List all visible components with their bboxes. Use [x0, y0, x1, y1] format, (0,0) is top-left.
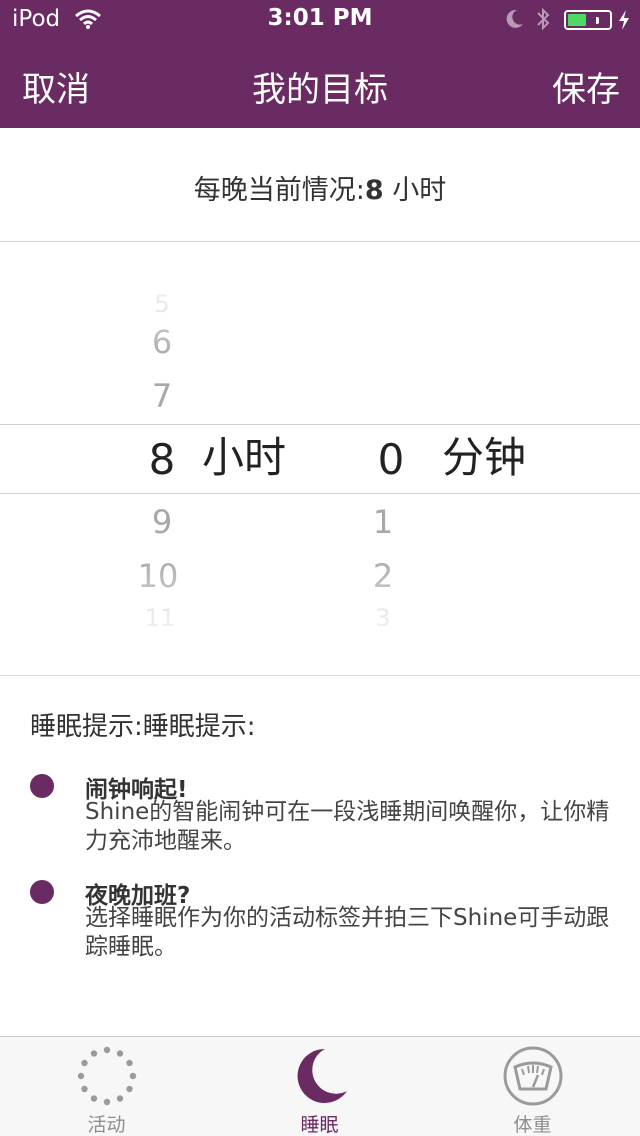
hours-selected[interactable]: 8 [122, 436, 202, 484]
current-situation-text: 每晚当前情况:8 小时 [0, 168, 640, 207]
tab-activity[interactable]: 活动 [0, 1037, 213, 1136]
battery-level [568, 14, 586, 26]
hours-option[interactable]: 7 [122, 378, 202, 414]
nav-bar: 取消 我的目标 保存 [0, 40, 640, 128]
current-prefix: 每晚当前情况: [193, 175, 365, 206]
hours-unit: 小时 [202, 433, 287, 482]
moon-icon [506, 9, 523, 28]
bullet-dot-icon [30, 880, 54, 904]
charging-bolt-icon [619, 10, 629, 30]
hours-option[interactable]: 10 [118, 558, 198, 594]
scale-icon [503, 1046, 563, 1106]
tips-heading: 睡眠提示:睡眠提示: [30, 712, 256, 742]
minutes-option[interactable]: 1 [343, 504, 423, 540]
tab-sleep[interactable]: 睡眠 [213, 1037, 426, 1136]
activity-dots-icon [77, 1046, 137, 1106]
picker-selection-band [0, 424, 640, 494]
battery-icon [564, 10, 612, 30]
tip-description: Shine的智能闹钟可在一段浅睡期间唤醒你，让你精力充沛地醒来。 [85, 799, 610, 854]
bluetooth-icon [537, 7, 550, 31]
tip-description: 选择睡眠作为你的活动标签并拍三下Shine可手动跟踪睡眠。 [85, 905, 610, 960]
minutes-unit: 分钟 [442, 433, 527, 482]
top-bar: iPod 3:01 PM 取消 我的目标 保存 [0, 0, 640, 128]
sleep-tips: 睡眠提示:睡眠提示: 闹钟响起! Shine的智能闹钟可在一段浅睡期间唤醒你，让… [0, 676, 640, 1036]
minutes-option[interactable]: 3 [343, 600, 423, 636]
tab-label: 睡眠 [300, 1114, 339, 1136]
page-title: 我的目标 [252, 70, 388, 110]
moon-icon [297, 1048, 347, 1103]
tab-bar: 活动 睡眠 体重 [0, 1036, 640, 1136]
hours-option[interactable]: 5 [122, 286, 202, 322]
current-value: 8 [364, 175, 384, 206]
current-situation: 每晚当前情况:8 小时 [0, 128, 640, 242]
tab-label: 活动 [87, 1114, 126, 1136]
save-button[interactable]: 保存 [552, 62, 620, 111]
tab-label: 体重 [513, 1114, 552, 1136]
hours-option[interactable]: 6 [122, 324, 202, 360]
minutes-selected[interactable]: 0 [351, 436, 431, 484]
current-suffix: 小时 [383, 175, 447, 206]
status-bar: iPod 3:01 PM [0, 0, 640, 40]
tab-weight[interactable]: 体重 [426, 1037, 639, 1136]
hours-option[interactable]: 11 [120, 600, 200, 636]
bullet-dot-icon [30, 774, 54, 798]
hours-option[interactable]: 9 [122, 504, 202, 540]
minutes-option[interactable]: 2 [343, 558, 423, 594]
sleep-goal-picker[interactable]: 5 6 7 8 小时 9 10 11 0 分钟 1 2 3 [0, 242, 640, 676]
